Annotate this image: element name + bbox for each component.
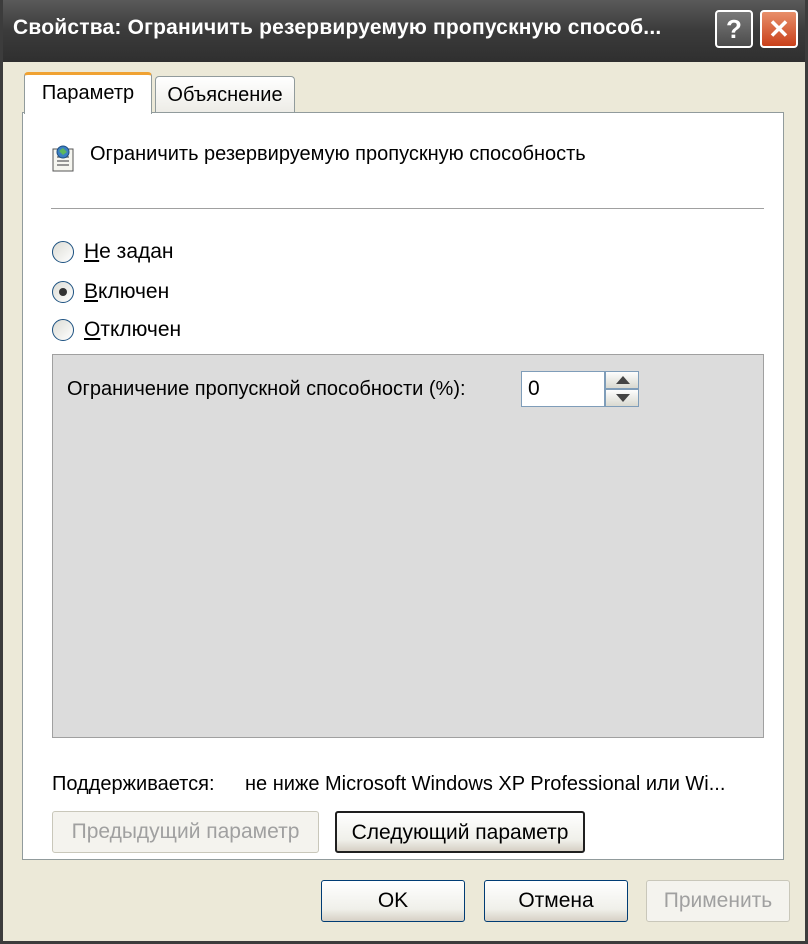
radio-button[interactable] bbox=[52, 241, 74, 263]
tab-parameter[interactable]: Параметр bbox=[24, 72, 152, 114]
spin-up-button[interactable] bbox=[605, 371, 639, 389]
properties-dialog: Свойства: Ограничить резервируемую пропу… bbox=[0, 0, 808, 944]
radio-button[interactable] bbox=[52, 319, 74, 341]
supported-value: не ниже Microsoft Windows XP Professiona… bbox=[245, 773, 726, 795]
policy-setting-icon bbox=[52, 145, 74, 172]
dialog-client-area: Параметр Объяснение Ограничить резервиру… bbox=[3, 62, 805, 941]
radio-selected-dot bbox=[59, 288, 67, 296]
policy-title: Ограничить резервируемую пропускную спос… bbox=[90, 143, 586, 165]
radio-button[interactable] bbox=[52, 281, 74, 303]
title-bar[interactable]: Свойства: Ограничить резервируемую пропу… bbox=[3, 0, 805, 62]
ok-button[interactable]: OK bbox=[321, 880, 465, 922]
previous-setting-button[interactable]: Предыдущий параметр bbox=[52, 811, 319, 853]
options-panel: Ограничение пропускной способности (%): … bbox=[52, 354, 764, 738]
radio-label: Включен bbox=[84, 280, 170, 303]
close-button[interactable]: ✕ bbox=[760, 10, 798, 48]
spin-down-button[interactable] bbox=[605, 389, 639, 407]
cancel-button[interactable]: Отмена bbox=[484, 880, 628, 922]
radio-label: Не задан bbox=[84, 240, 174, 263]
arrow-down-icon bbox=[616, 394, 630, 402]
apply-button[interactable]: Применить bbox=[646, 880, 790, 922]
window-title: Свойства: Ограничить резервируемую пропу… bbox=[13, 16, 662, 39]
supported-label: Поддерживается: bbox=[52, 773, 215, 795]
tab-explanation[interactable]: Объяснение bbox=[155, 76, 295, 114]
tab-panel: Ограничить резервируемую пропускную спос… bbox=[22, 112, 784, 860]
bandwidth-limit-label: Ограничение пропускной способности (%): bbox=[67, 378, 466, 400]
radio-label: Отключен bbox=[84, 318, 182, 341]
help-button[interactable]: ? bbox=[715, 10, 753, 48]
bandwidth-limit-input[interactable]: 0 bbox=[521, 371, 605, 407]
arrow-up-icon bbox=[616, 376, 630, 384]
next-setting-button[interactable]: Следующий параметр bbox=[335, 811, 585, 853]
separator bbox=[51, 208, 764, 210]
